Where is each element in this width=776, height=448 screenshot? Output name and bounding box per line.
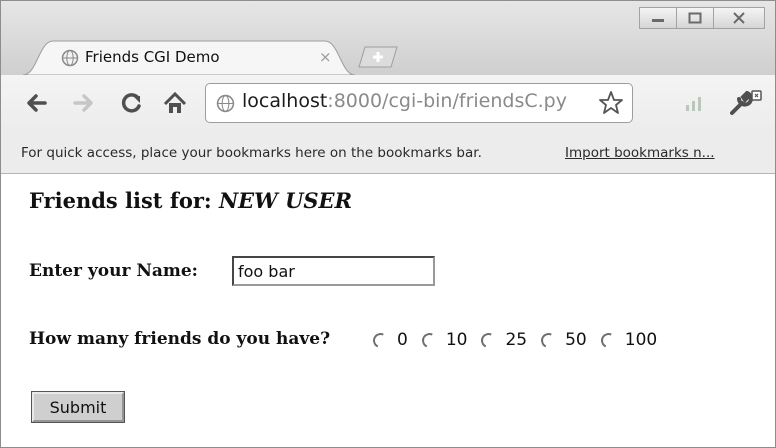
bookmarks-bar: For quick access, place your bookmarks h… <box>1 133 775 174</box>
radio-button[interactable] <box>419 330 439 350</box>
tab-close-icon[interactable]: × <box>319 48 332 66</box>
import-bookmarks-link[interactable]: Import bookmarks n... <box>565 145 715 161</box>
minimize-icon <box>652 19 664 22</box>
radio-label: 0 <box>397 330 408 350</box>
window-controls <box>639 7 765 29</box>
radio-button[interactable] <box>598 330 618 350</box>
minimize-button[interactable] <box>639 7 677 29</box>
browser-window: Friends CGI Demo × localhost:8000/cgi-bi… <box>0 0 776 448</box>
url-host: localhost <box>242 90 328 112</box>
reload-button[interactable] <box>119 89 145 117</box>
wrench-icon <box>730 90 762 115</box>
reload-icon <box>121 93 141 113</box>
close-icon <box>733 12 745 24</box>
radio-label: 25 <box>505 330 528 350</box>
friends-radio-100[interactable]: 100 <box>598 330 658 350</box>
radio-button[interactable] <box>538 330 559 350</box>
radio-label: 50 <box>565 330 587 350</box>
bookmarks-hint-text: For quick access, place your bookmarks h… <box>21 145 482 161</box>
friends-radio-0[interactable]: 0 <box>370 330 408 350</box>
globe-favicon-icon <box>61 49 79 67</box>
maximize-icon <box>688 12 702 24</box>
browser-toolbar: localhost:8000/cgi-bin/friendsC.py <box>1 75 775 133</box>
new-tab-button[interactable] <box>357 45 399 69</box>
back-button[interactable] <box>23 89 49 117</box>
bookmark-star-icon[interactable] <box>598 90 624 116</box>
home-icon <box>163 92 187 113</box>
close-window-button[interactable] <box>713 7 765 29</box>
maximize-button[interactable] <box>676 7 714 29</box>
friends-radio-50[interactable]: 50 <box>538 330 587 350</box>
heading-user: NEW USER <box>218 188 353 213</box>
name-label: Enter your Name: <box>29 261 198 281</box>
radio-label: 10 <box>445 330 468 350</box>
home-button[interactable] <box>161 89 189 117</box>
friends-count-radio-group: 0 10 25 50 100 <box>370 326 671 354</box>
friends-radio-10[interactable]: 10 <box>419 330 468 350</box>
page-globe-icon <box>216 94 235 113</box>
back-arrow-icon <box>27 94 47 112</box>
radio-button[interactable] <box>479 330 499 350</box>
forward-arrow-icon <box>73 94 93 112</box>
page-heading: Friends list for: NEW USER <box>29 188 352 213</box>
submit-button[interactable]: Submit <box>32 392 124 422</box>
tab-title: Friends CGI Demo <box>85 48 220 66</box>
friends-radio-25[interactable]: 25 <box>479 330 528 350</box>
name-field[interactable] <box>232 256 435 286</box>
radio-button[interactable] <box>370 330 391 350</box>
radio-label: 100 <box>624 330 658 350</box>
page-content: Friends list for: NEW USER Enter your Na… <box>1 174 775 447</box>
url-path: :8000/cgi-bin/friendsC.py <box>327 90 567 112</box>
wrench-menu-button[interactable] <box>727 89 763 117</box>
signal-bars-icon <box>686 97 701 111</box>
address-bar[interactable]: localhost:8000/cgi-bin/friendsC.py <box>205 83 633 123</box>
forward-button[interactable] <box>71 89 97 117</box>
url-text: localhost:8000/cgi-bin/friendsC.py <box>242 90 567 112</box>
title-bar: Friends CGI Demo × <box>1 1 775 75</box>
friends-count-label: How many friends do you have? <box>29 329 331 349</box>
heading-prefix: Friends list for: <box>29 188 219 213</box>
page-action-button[interactable] <box>681 89 707 117</box>
tab-friends-cgi-demo[interactable]: Friends CGI Demo × <box>23 39 355 75</box>
